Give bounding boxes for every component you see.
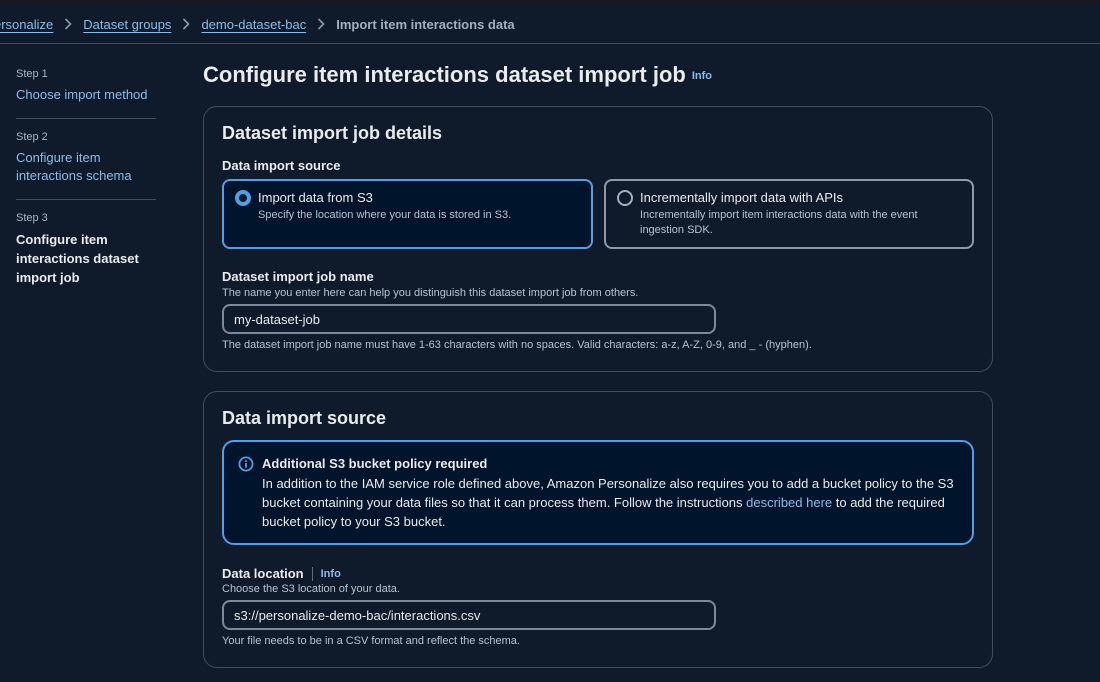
panel-title: Dataset import job details bbox=[222, 123, 443, 143]
info-circle-icon bbox=[238, 456, 254, 477]
step-link-choose-import-method[interactable]: Choose import method bbox=[16, 86, 156, 104]
job-name-label: Dataset import job name bbox=[222, 269, 374, 284]
step-title-line: Configure item bbox=[16, 150, 101, 165]
breadcrumb-link-dataset-groups[interactable]: Dataset groups bbox=[83, 17, 171, 32]
breadcrumb: ersonalize Dataset groups demo-dataset-b… bbox=[0, 5, 1100, 44]
page-title-text: Configure item interactions dataset impo… bbox=[203, 62, 686, 87]
wizard-step-2: Step 2 Configure item interactions schem… bbox=[16, 131, 156, 200]
step-number: Step 1 bbox=[16, 68, 48, 80]
bucket-policy-alert: Additional S3 bucket policy required In … bbox=[222, 440, 974, 545]
step-title-line: interactions dataset bbox=[16, 251, 139, 266]
step-link-configure-schema[interactable]: Configure item interactions schema bbox=[16, 149, 156, 185]
job-name-constraint: The dataset import job name must have 1-… bbox=[222, 339, 812, 351]
breadcrumb-current: Import item interactions data bbox=[336, 16, 515, 32]
described-here-link[interactable]: described here bbox=[746, 495, 832, 510]
wizard-steps: Step 1 Choose import method Step 2 Confi… bbox=[16, 68, 156, 313]
data-location-input[interactable] bbox=[222, 600, 716, 630]
step-title-line: Configure item bbox=[16, 232, 108, 247]
breadcrumb-link-personalize[interactable]: ersonalize bbox=[0, 17, 53, 32]
data-import-source-label: Data import source bbox=[222, 158, 341, 173]
wizard-step-1: Step 1 Choose import method bbox=[16, 68, 156, 119]
data-location-info-link[interactable]: Info bbox=[321, 568, 341, 580]
option-incremental-import-apis[interactable]: Incrementally import data with APIs Incr… bbox=[604, 179, 974, 249]
option-label: Incrementally import data with APIs bbox=[640, 190, 844, 205]
wizard-step-3: Step 3 Configure item interactions datas… bbox=[16, 212, 156, 301]
divider bbox=[311, 566, 313, 581]
chevron-right-icon bbox=[317, 18, 325, 30]
option-label: Import data from S3 bbox=[258, 190, 373, 205]
step-title-line: Choose import method bbox=[16, 87, 148, 102]
chevron-right-icon bbox=[64, 18, 72, 30]
job-name-description: The name you enter here can help you dis… bbox=[222, 287, 639, 299]
step-number: Step 2 bbox=[16, 131, 48, 143]
radio-selected-icon[interactable] bbox=[235, 190, 251, 206]
page-title: Configure item interactions dataset impo… bbox=[203, 62, 712, 88]
option-description-line: ingestion SDK. bbox=[640, 224, 713, 236]
step-current-configure-import-job: Configure item interactions dataset impo… bbox=[16, 230, 156, 287]
data-location-header: Data location Info bbox=[222, 565, 341, 583]
info-link[interactable]: Info bbox=[692, 70, 712, 82]
step-title-line: import job bbox=[16, 270, 80, 285]
option-import-from-s3[interactable]: Import data from S3 Specify the location… bbox=[222, 179, 593, 249]
alert-body: In addition to the IAM service role defi… bbox=[262, 474, 956, 531]
breadcrumb-link-dataset-group[interactable]: demo-dataset-bac bbox=[201, 17, 306, 32]
job-name-input[interactable] bbox=[222, 304, 716, 334]
data-location-description: Choose the S3 location of your data. bbox=[222, 583, 400, 595]
panel-title: Data import source bbox=[222, 408, 387, 428]
option-description: Incrementally import item interactions d… bbox=[640, 208, 958, 238]
dataset-import-job-details-panel: Dataset import job details Data import s… bbox=[203, 106, 993, 372]
radio-unselected-icon[interactable] bbox=[617, 190, 633, 206]
data-location-constraint: Your file needs to be in a CSV format an… bbox=[222, 635, 520, 647]
step-title-line: interactions schema bbox=[16, 168, 132, 183]
data-import-source-panel: Data import source Additional S3 bucket … bbox=[203, 391, 993, 668]
data-location-label: Data location bbox=[222, 566, 304, 581]
option-description: Specify the location where your data is … bbox=[258, 209, 512, 221]
step-number: Step 3 bbox=[16, 212, 48, 224]
alert-title: Additional S3 bucket policy required bbox=[262, 456, 488, 471]
chevron-right-icon bbox=[182, 18, 191, 30]
option-description-line: Incrementally import item interactions d… bbox=[640, 209, 918, 221]
